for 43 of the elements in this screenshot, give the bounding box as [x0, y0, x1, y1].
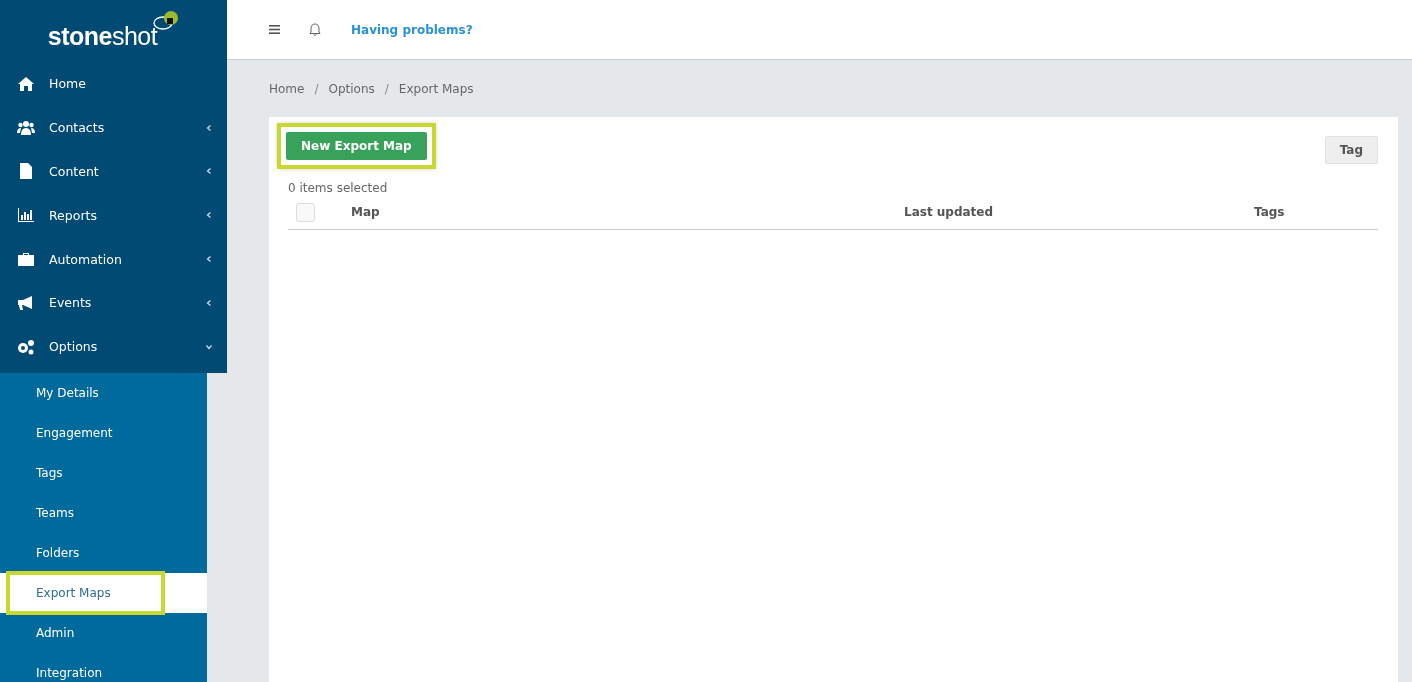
submenu-item[interactable]: Integration	[0, 665, 117, 680]
help-link[interactable]: Having problems?	[351, 22, 473, 37]
submenu-item[interactable]: Folders	[0, 545, 94, 560]
breadcrumb-separator: /	[314, 81, 319, 96]
breadcrumb-separator: /	[384, 81, 389, 96]
tag-button[interactable]: Tag	[1324, 136, 1378, 164]
sidebar-item[interactable]: Options	[0, 324, 227, 369]
sidebar-item[interactable]: Content	[0, 149, 227, 194]
chevron-icon	[205, 123, 213, 132]
sidebar-item[interactable]: Events	[0, 281, 227, 325]
submenu-item[interactable]: Admin	[0, 625, 89, 640]
logo-text: stoneshot	[47, 22, 158, 51]
bell-icon[interactable]	[309, 23, 321, 36]
document-icon	[17, 163, 35, 180]
new-export-map-button[interactable]: New Export Map	[286, 132, 427, 160]
megaphone-icon	[17, 294, 35, 311]
chevron-icon	[205, 211, 213, 220]
gears-icon	[17, 338, 35, 355]
sidebar-item[interactable]: Reports	[0, 193, 227, 238]
submenu-item[interactable]: My Details	[0, 385, 113, 400]
select-all-checkbox[interactable]	[296, 202, 315, 222]
bar-chart-icon	[17, 207, 35, 224]
chevron-icon	[205, 298, 213, 307]
sidebar-item[interactable]: Automation	[0, 237, 227, 281]
submenu-item[interactable]: Teams	[0, 505, 88, 520]
menu-icon[interactable]	[269, 25, 280, 34]
sidebar-item[interactable]: Contacts	[0, 105, 227, 150]
chevron-icon	[205, 342, 213, 351]
submenu-item[interactable]: Engagement	[0, 425, 127, 440]
people-icon	[17, 119, 35, 136]
house-icon	[17, 75, 35, 92]
column-header[interactable]: Map	[351, 205, 904, 219]
column-header[interactable]: Tags	[1254, 205, 1285, 219]
chevron-icon	[205, 255, 213, 264]
chevron-icon	[205, 167, 213, 176]
breadcrumb-link[interactable]: Home	[269, 81, 305, 96]
selection-count: 0 items selected	[288, 181, 389, 195]
submenu-item[interactable]: Tags	[0, 465, 77, 480]
breadcrumb-link[interactable]: Options	[328, 81, 375, 96]
breadcrumb-link[interactable]: Export Maps	[398, 81, 474, 96]
sidebar-item[interactable]: Home	[0, 62, 227, 106]
briefcase-icon	[17, 251, 35, 268]
column-header[interactable]: Last updated	[904, 205, 1254, 219]
